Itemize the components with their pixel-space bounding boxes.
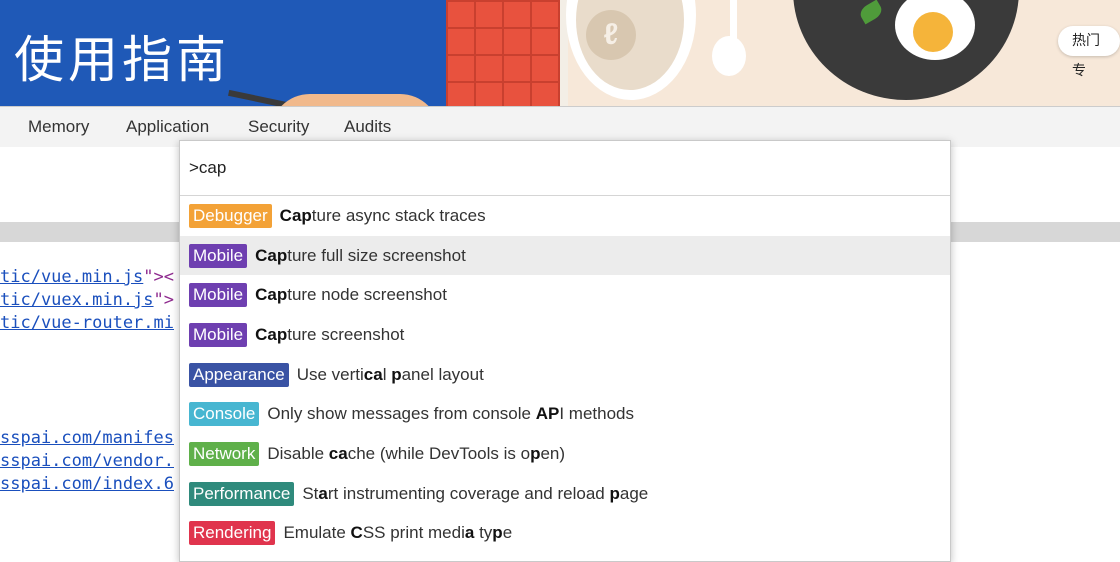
command-category-badge: Rendering xyxy=(189,521,276,546)
command-label: Only show messages from console API meth… xyxy=(267,404,634,424)
command-category-badge: Mobile xyxy=(189,283,248,308)
command-category-badge: Appearance xyxy=(189,362,289,387)
command-category-badge: Mobile xyxy=(189,322,248,347)
source-line: tic/vue.min.js">< xyxy=(0,267,175,287)
banner-tiles xyxy=(446,0,560,106)
command-label: Capture full size screenshot xyxy=(255,245,466,265)
banner-title: 使用指南 xyxy=(14,31,230,89)
script-link[interactable]: sspai.com/index.6 xyxy=(0,474,174,494)
command-item[interactable]: Mobile Capture screenshot xyxy=(180,315,950,355)
command-category-badge: Mobile xyxy=(189,243,248,268)
source-line: tic/vuex.min.js"> xyxy=(0,290,175,310)
command-category-badge: Network xyxy=(189,441,260,466)
hot-topics-button[interactable]: 热门专 xyxy=(1058,26,1120,79)
hand-illustration xyxy=(270,94,440,106)
command-label: Start instrumenting coverage and reload … xyxy=(302,483,649,503)
command-input[interactable] xyxy=(180,141,950,196)
command-item[interactable]: Rendering Emulate CSS print media type xyxy=(180,514,950,554)
script-link[interactable]: tic/vue-router.mi xyxy=(0,313,174,333)
command-label: Capture node screenshot xyxy=(255,285,447,305)
source-line: sspai.com/index.6 xyxy=(0,473,174,495)
command-item[interactable]: Debugger Capture async stack traces xyxy=(180,196,950,236)
command-label: Disable cache (while DevTools is open) xyxy=(267,443,566,463)
telecom-logo-icon: ℓ xyxy=(586,10,636,60)
command-category-badge: Console xyxy=(189,402,260,427)
source-line: sspai.com/manifes xyxy=(0,427,174,449)
source-line: sspai.com/vendor. xyxy=(0,450,174,472)
script-link[interactable]: tic/vuex.min.js xyxy=(0,290,154,310)
command-label: Capture screenshot xyxy=(255,324,405,344)
script-link[interactable]: sspai.com/vendor. xyxy=(0,451,174,471)
command-item[interactable]: Performance Start instrumenting coverage … xyxy=(180,474,950,514)
command-label: Use vertical panel layout xyxy=(296,364,484,384)
command-category-badge: Performance xyxy=(189,481,295,506)
command-results-list: Debugger Capture async stack traces Mobile… xyxy=(180,196,950,553)
command-item[interactable]: Mobile Capture full size screenshot xyxy=(180,235,950,276)
command-menu: Debugger Capture async stack traces Mobile… xyxy=(179,140,951,562)
command-item[interactable]: Appearance Use vertical panel layout xyxy=(180,355,950,395)
command-label: Emulate CSS print media type xyxy=(283,523,513,543)
script-link[interactable]: sspai.com/manifes xyxy=(0,428,174,448)
script-link[interactable]: tic/vue.min.js xyxy=(0,267,143,287)
page-banner: 使用指南 ℓ 热门专 xyxy=(0,0,1120,106)
command-label: Capture async stack traces xyxy=(279,205,486,225)
source-line: tic/vue-router.mi xyxy=(0,312,174,334)
command-item[interactable]: Console Only show messages from console A… xyxy=(180,394,950,434)
command-category-badge: Debugger xyxy=(189,203,272,228)
tab-memory[interactable]: Memory xyxy=(28,107,89,147)
command-item[interactable]: Network Disable cache (while DevTools is … xyxy=(180,434,950,474)
command-item[interactable]: Mobile Capture node screenshot xyxy=(180,275,950,315)
